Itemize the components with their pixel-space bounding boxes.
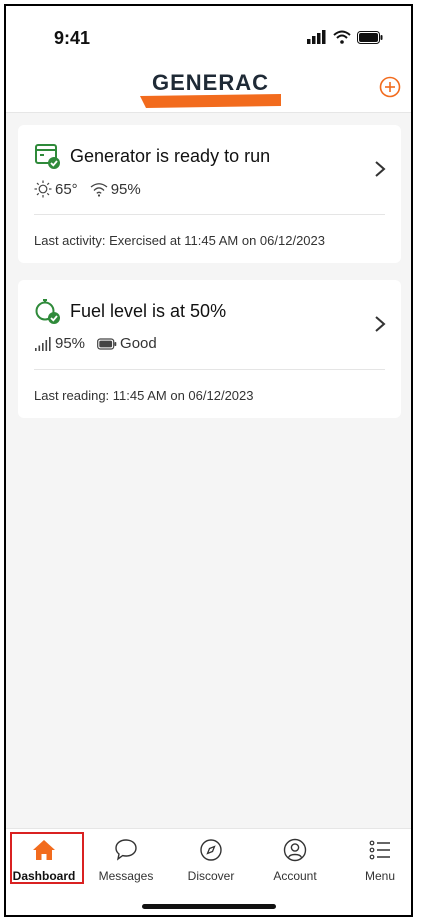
wifi-icon: [90, 182, 108, 197]
chevron-right-icon[interactable]: [373, 314, 387, 334]
battery-icon: [357, 30, 383, 44]
status-time: 9:41: [54, 28, 91, 48]
status-icons: [307, 30, 383, 44]
generator-status-card[interactable]: Generator is ready to run 65° 95% Last a…: [18, 125, 401, 263]
card-divider: [34, 369, 385, 370]
signal-strength-icon: [35, 336, 51, 351]
fuel-level-title: Fuel level is at 50%: [70, 301, 227, 321]
tab-account-label: Account: [273, 869, 317, 883]
generator-status-title: Generator is ready to run: [70, 146, 271, 166]
fuel-gauge-icon: [35, 299, 60, 324]
generator-ready-icon: [35, 144, 60, 169]
phone-frame: 9:41 GENERAC Generator is ready to run 6…: [4, 4, 413, 917]
tab-discover[interactable]: Discover: [176, 837, 246, 883]
compass-icon: [200, 839, 222, 861]
tab-messages-label: Messages: [98, 869, 154, 883]
wifi-strength-value: 95%: [110, 180, 141, 198]
battery-icon: [97, 337, 117, 350]
wifi-icon: [333, 30, 351, 44]
battery-status-value: Good: [120, 335, 157, 352]
tab-account[interactable]: Account: [260, 837, 330, 883]
app-header: GENERAC: [6, 68, 411, 113]
last-reading-text: Last reading: 11:45 AM on 06/12/2023: [34, 388, 254, 403]
logo-text: GENERAC: [151, 70, 269, 95]
status-bar: 9:41: [6, 6, 411, 68]
user-circle-icon: [283, 838, 307, 862]
temperature-value: 65°: [55, 180, 78, 198]
dashboard-content: Generator is ready to run 65° 95% Last a…: [6, 113, 411, 829]
tab-messages[interactable]: Messages: [91, 837, 161, 883]
generator-meta: 65° 95%: [34, 180, 153, 198]
last-activity-text: Last activity: Exercised at 11:45 AM on …: [34, 233, 325, 248]
cellular-signal-icon: [307, 30, 326, 44]
list-icon: [369, 840, 390, 860]
tab-dashboard[interactable]: Dashboard: [9, 832, 84, 884]
sun-icon: [34, 180, 52, 198]
bottom-tab-bar: Dashboard Messages Discover Account Menu: [6, 828, 411, 915]
highlight-box: [10, 832, 84, 884]
chevron-right-icon[interactable]: [373, 159, 387, 179]
tab-menu-label: Menu: [364, 869, 396, 883]
tab-discover-label: Discover: [187, 869, 235, 883]
home-indicator[interactable]: [142, 904, 276, 909]
card-divider: [34, 214, 385, 215]
add-icon[interactable]: [379, 76, 401, 98]
chat-bubble-icon: [115, 839, 137, 861]
logo-swoosh: [140, 94, 281, 108]
tab-menu[interactable]: Menu: [345, 837, 411, 883]
signal-strength-value: 95%: [55, 335, 86, 352]
generac-logo: GENERAC: [138, 70, 283, 108]
fuel-level-card[interactable]: Fuel level is at 50% 95% Good Last readi…: [18, 280, 401, 418]
fuel-meta: 95% Good: [34, 335, 169, 352]
